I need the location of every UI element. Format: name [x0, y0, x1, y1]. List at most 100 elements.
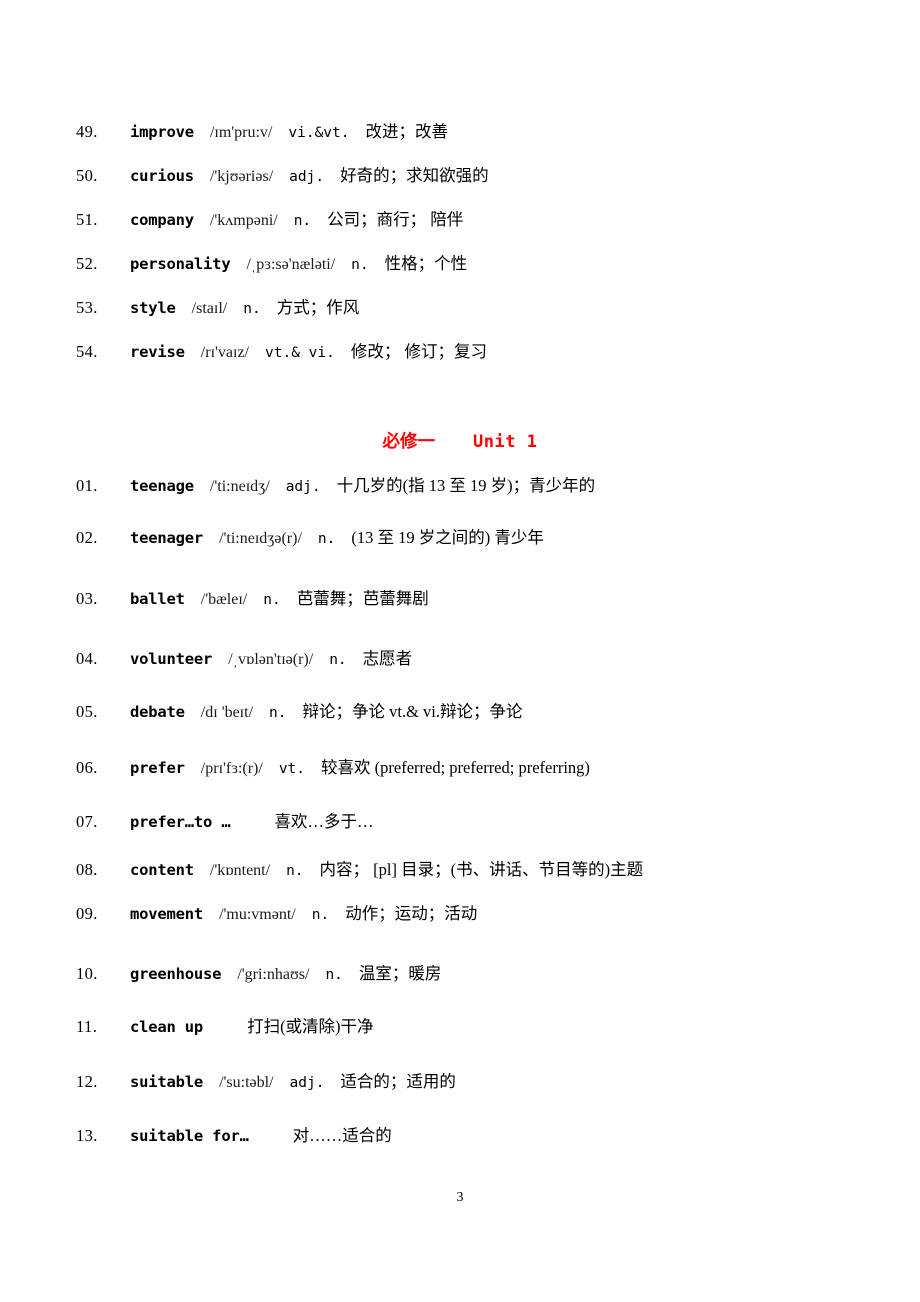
entry-number: 54.	[76, 342, 98, 361]
entry-word: teenager	[130, 529, 204, 547]
entry-phonetic: /'gri:nhaʊs/	[237, 966, 310, 983]
entry-word: prefer…to …	[130, 813, 231, 831]
entry-word: ballet	[130, 590, 185, 608]
vocabulary-entry: 01. teenage /'ti:neɪdʒ/adj. 十几岁的(指 13 至 19 …	[0, 472, 920, 496]
entry-part-of-speech: n.	[293, 213, 312, 229]
entry-meaning: 性格；个性	[384, 254, 468, 273]
entry-part-of-speech: n.	[269, 705, 287, 721]
vocabulary-entry: 52. personality/ˌpɜ:sə'næləti/n. 性格；个性	[0, 250, 920, 274]
entry-part-of-speech: n.	[325, 967, 343, 983]
vocabulary-entry: 54. revise/rɪ'vaɪz/vt.& vi. 修改； 修订；复习	[0, 338, 920, 362]
entry-meaning: 适合的；适用的	[340, 1072, 456, 1091]
unit-heading-english: Unit 1	[473, 432, 538, 452]
entry-meaning: 辩论；争论 vt.& vi.辩论；争论	[302, 702, 523, 721]
entry-number: 50.	[76, 166, 98, 185]
entry-phonetic: /'ti:neɪdʒ/	[209, 478, 270, 495]
entry-word: revise	[130, 343, 185, 361]
entry-number: 09.	[76, 904, 98, 923]
entry-word: movement	[130, 905, 204, 923]
vocabulary-entry: 51. company /'kʌmpəni/n. 公司；商行； 陪伴	[0, 206, 920, 230]
entry-meaning: 芭蕾舞；芭蕾舞剧	[296, 589, 429, 608]
vocabulary-entry: 02. teenager /'ti:neɪdʒə(r)/ n. (13 至 19 岁之间…	[0, 524, 920, 548]
document-page: 49. improve/ɪm'pru:v/vi.&vt. 改进；改善 50. curio…	[0, 0, 920, 1302]
entry-word: prefer	[130, 759, 185, 777]
vocabulary-entry: 04. volunteer/ˌvɒlən'tɪə(r)/ n. 志愿者	[0, 645, 920, 669]
entry-meaning: 内容； [pl] 目录；(书、讲话、节目等的)主题	[319, 860, 644, 879]
vocabulary-entry: 09. movement /'mu:vmənt/n. 动作；运动；活动	[0, 900, 920, 924]
vocabulary-entry: 05. debate/dɪ 'beɪt/n. 辩论；争论 vt.& vi.辩论；争论	[0, 698, 920, 722]
entry-phonetic: /ˌvɒlən'tɪə(r)/	[228, 651, 314, 668]
entry-phonetic: /'su:təbl/	[219, 1074, 274, 1091]
entry-meaning: 改进；改善	[365, 122, 448, 141]
entry-number: 01.	[76, 476, 98, 495]
entry-meaning: 修改； 修订；复习	[350, 342, 487, 361]
entry-part-of-speech: vi.&vt.	[288, 125, 350, 141]
entry-number: 13.	[76, 1126, 98, 1145]
entry-word: personality	[130, 255, 231, 273]
entry-phonetic: /ˌpɜ:sə'næləti/	[246, 256, 336, 273]
entry-phonetic: /dɪ 'beɪt/	[200, 704, 254, 721]
entry-part-of-speech: adj.	[285, 479, 321, 495]
entry-number: 08.	[76, 860, 98, 879]
entry-meaning: 喜欢…多于…	[274, 812, 374, 831]
entry-phonetic: /'kjʊəriəs/	[209, 168, 274, 185]
entry-phonetic: /'kɒntent/	[209, 862, 271, 879]
entry-meaning: 志愿者	[362, 649, 413, 668]
entry-part-of-speech: n.	[311, 907, 330, 923]
entry-word: improve	[130, 123, 194, 141]
entry-number: 52.	[76, 254, 98, 273]
entry-word: volunteer	[130, 650, 213, 668]
unit-heading: 必修一 Unit 1	[0, 428, 920, 453]
entry-meaning: 好奇的；求知欲强的	[340, 166, 489, 185]
entry-phonetic: /ɪm'pru:v/	[209, 124, 273, 141]
entry-meaning: 动作；运动；活动	[345, 904, 478, 923]
entry-number: 07.	[76, 812, 98, 831]
entry-phonetic: /'ti:neɪdʒə(r)/	[219, 530, 302, 547]
entry-part-of-speech: vt.& vi.	[265, 345, 335, 361]
page-number: 3	[456, 1190, 464, 1205]
entry-phonetic: /'kʌmpəni/	[209, 212, 278, 229]
entry-phonetic: /prɪ'fɜ:(r)/	[200, 760, 263, 777]
entry-number: 10.	[76, 964, 98, 983]
entry-part-of-speech: n.	[329, 652, 347, 668]
entry-word: clean up	[130, 1018, 204, 1036]
entry-word: curious	[130, 167, 194, 185]
vocabulary-entry: 13. suitable for… 对……适合的	[0, 1122, 920, 1146]
entry-word: greenhouse	[130, 965, 222, 983]
entry-meaning: (13 至 19 岁之间的) 青少年	[351, 528, 544, 547]
vocabulary-entry: 11. clean up 打扫(或清除)干净	[0, 1013, 920, 1037]
entry-word: suitable for…	[130, 1127, 249, 1145]
entry-meaning: 较喜欢 (preferred; preferred; preferring)	[321, 758, 590, 777]
entry-meaning: 打扫(或清除)干净	[247, 1017, 374, 1036]
entry-meaning: 方式；作风	[276, 298, 360, 317]
entry-part-of-speech: n.	[351, 257, 369, 273]
entry-phonetic: /'bæleɪ/	[200, 591, 248, 608]
entry-meaning: 对……适合的	[292, 1126, 392, 1145]
entry-part-of-speech: n.	[243, 301, 261, 317]
entry-phonetic: /staɪl/	[191, 300, 228, 317]
entry-part-of-speech: n.	[286, 863, 304, 879]
entry-number: 49.	[76, 122, 98, 141]
unit-heading-chinese: 必修一	[382, 431, 436, 451]
entry-word: debate	[130, 703, 185, 721]
entry-part-of-speech: adj.	[289, 1075, 325, 1091]
entry-phonetic: /'mu:vmənt/	[219, 906, 296, 923]
vocabulary-entry: 03. ballet /'bæleɪ/n. 芭蕾舞；芭蕾舞剧	[0, 585, 920, 609]
vocabulary-entry: 08. content /'kɒntent/n. 内容； [pl] 目录；(书、讲话、…	[0, 856, 920, 880]
entry-number: 06.	[76, 758, 98, 777]
entry-phonetic: /rɪ'vaɪz/	[200, 344, 249, 361]
entry-number: 51.	[76, 210, 98, 229]
vocabulary-entry: 53. style/staɪl/n. 方式；作风	[0, 294, 920, 318]
entry-word: content	[130, 861, 194, 879]
vocabulary-entry: 50. curious /'kjʊəriəs/adj. 好奇的；求知欲强的	[0, 162, 920, 186]
vocabulary-entry: 07. prefer…to … 喜欢…多于…	[0, 808, 920, 832]
entry-part-of-speech: n.	[317, 531, 336, 547]
vocabulary-entry: 06. prefer/prɪ'fɜ:(r)/ vt. 较喜欢 (preferred; …	[0, 754, 920, 778]
entry-meaning: 公司；商行； 陪伴	[327, 210, 464, 229]
vocabulary-entry: 12. suitable /'su:təbl/adj. 适合的；适用的	[0, 1068, 920, 1092]
entry-number: 53.	[76, 298, 98, 317]
entry-number: 05.	[76, 702, 98, 721]
entry-number: 04.	[76, 649, 98, 668]
entry-part-of-speech: vt.	[278, 761, 306, 777]
entry-meaning: 温室；暖房	[358, 964, 442, 983]
